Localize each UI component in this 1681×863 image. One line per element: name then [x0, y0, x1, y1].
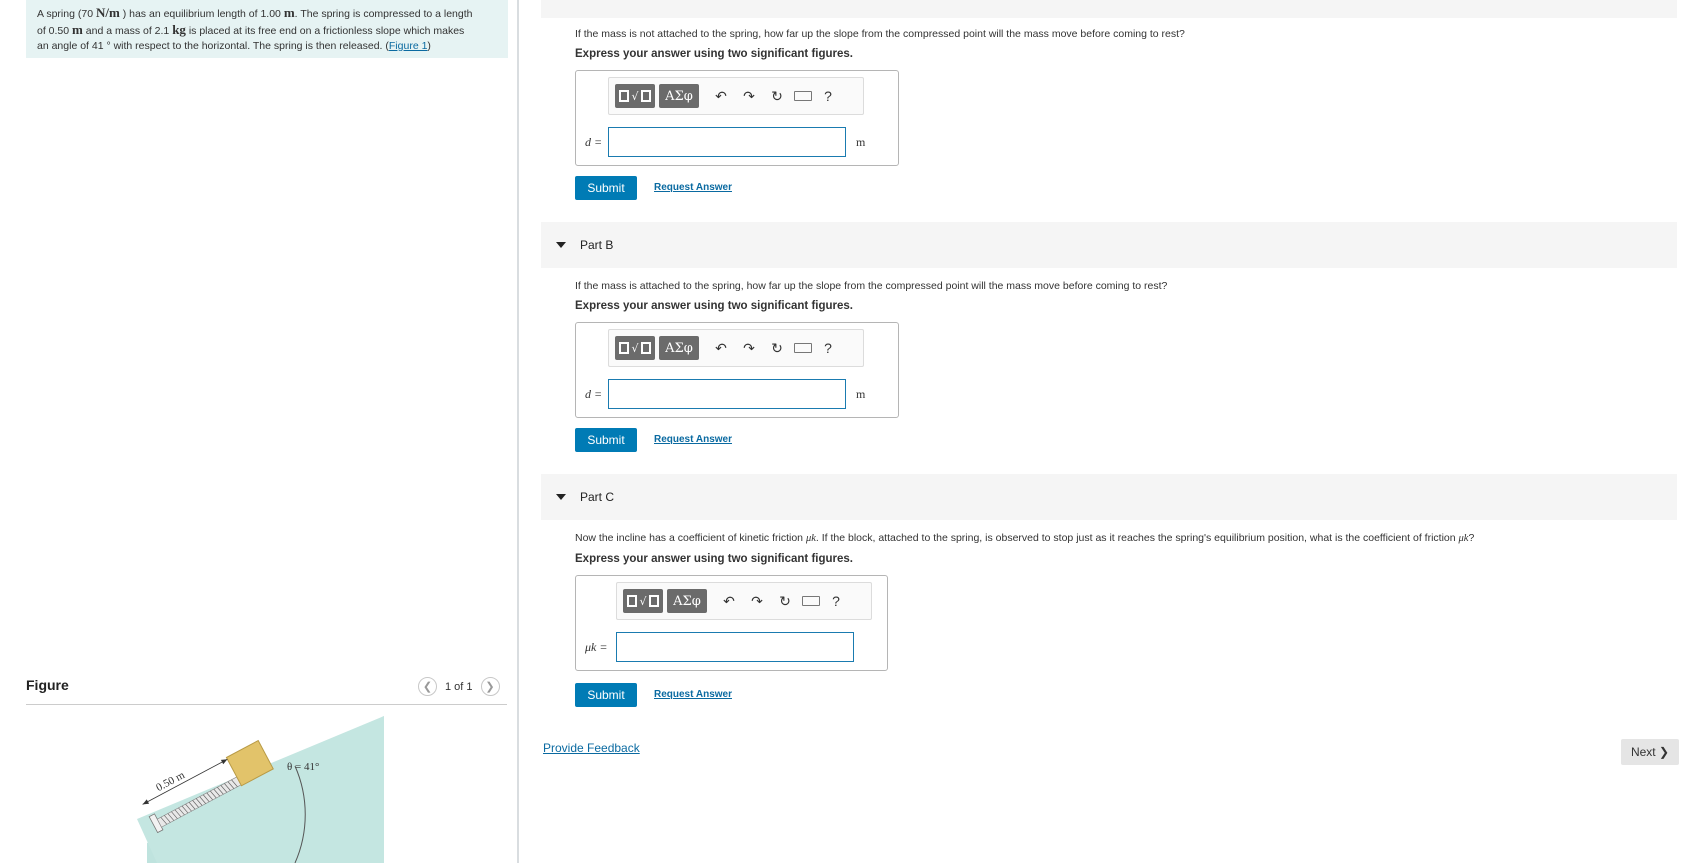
collapse-icon [556, 494, 566, 500]
figure-page-count: 1 of 1 [445, 680, 473, 693]
variable-label: d = [585, 387, 603, 401]
provide-feedback-link[interactable]: Provide Feedback [543, 741, 640, 755]
problem-text: and a mass of 2.1 [82, 25, 173, 37]
part-c-question: Now the incline has a coefficient of kin… [575, 532, 1474, 544]
unit-label: m [856, 135, 866, 149]
answer-input[interactable] [608, 379, 846, 409]
part-b-request-answer-link[interactable]: Request Answer [654, 434, 732, 445]
next-button[interactable]: Next ❯ [1621, 739, 1679, 765]
greek-symbols-button[interactable]: ΑΣφ [659, 336, 699, 360]
redo-icon[interactable]: ↷ [743, 593, 771, 610]
greek-symbols-button[interactable]: ΑΣφ [667, 589, 707, 613]
part-a-question: If the mass is not attached to the sprin… [575, 28, 1185, 40]
variable-label: d = [585, 135, 603, 149]
part-c-submit-button[interactable]: Submit [575, 683, 637, 707]
help-button[interactable]: ? [815, 340, 841, 356]
undo-icon[interactable]: ↶ [707, 88, 735, 105]
question-text: ? [1468, 532, 1475, 544]
part-b-answer-box: √ ΑΣφ ↶ ↷ ↻ ? d = m [575, 322, 899, 418]
angle-label: θ = 41° [287, 761, 319, 773]
prev-figure-button[interactable]: ❮ [418, 677, 437, 696]
part-a-submit-button[interactable]: Submit [575, 176, 637, 200]
problem-text: . The spring is compressed to a length [294, 8, 473, 20]
right-panel: If the mass is not attached to the sprin… [519, 0, 1681, 863]
math-toolbar: √ ΑΣφ ↶ ↷ ↻ ? [616, 582, 872, 620]
greek-symbols-button[interactable]: ΑΣφ [659, 84, 699, 108]
part-c-instruction: Express your answer using two significan… [575, 553, 853, 565]
figure-link[interactable]: Figure 1 [389, 40, 428, 52]
unit-text: N/m [95, 5, 120, 20]
problem-text: ) [427, 40, 431, 52]
undo-icon[interactable]: ↶ [707, 340, 735, 357]
answer-input[interactable] [608, 127, 846, 157]
part-c-request-answer-link[interactable]: Request Answer [654, 689, 732, 700]
part-b-question: If the mass is attached to the spring, h… [575, 280, 1168, 292]
part-b-title: Part B [580, 238, 614, 252]
math-toolbar: √ ΑΣφ ↶ ↷ ↻ ? [608, 329, 864, 367]
keyboard-icon[interactable] [791, 343, 815, 353]
length-label: 0.50 m [154, 769, 187, 794]
problem-text: A spring (70 [37, 8, 96, 20]
mu-symbol: μk [1458, 533, 1469, 544]
math-toolbar: √ ΑΣφ ↶ ↷ ↻ ? [608, 77, 864, 115]
problem-text: of 0.50 [37, 25, 73, 37]
part-c-answer-box: √ ΑΣφ ↶ ↷ ↻ ? μk = [575, 575, 888, 671]
variable-label: μk = [585, 640, 608, 654]
reset-icon[interactable]: ↻ [763, 88, 791, 105]
figure-divider [26, 704, 507, 705]
keyboard-icon[interactable] [799, 596, 823, 606]
keyboard-icon[interactable] [791, 91, 815, 101]
incline-figure: 0.50 m θ = 41° [137, 716, 384, 863]
templates-button[interactable]: √ [623, 589, 663, 613]
part-a-header [541, 0, 1677, 18]
figure-title: Figure [26, 677, 69, 693]
unit-text: kg [172, 22, 186, 37]
reset-icon[interactable]: ↻ [771, 593, 799, 610]
figure-pager: ❮ 1 of 1 ❯ [418, 677, 500, 696]
part-a-request-answer-link[interactable]: Request Answer [654, 182, 732, 193]
reset-icon[interactable]: ↻ [763, 340, 791, 357]
problem-statement: A spring (70 N/m ) has an equilibrium le… [26, 0, 508, 58]
next-figure-button[interactable]: ❯ [480, 677, 500, 696]
left-panel: A spring (70 N/m ) has an equilibrium le… [0, 0, 517, 863]
templates-button[interactable]: √ [615, 84, 655, 108]
unit-label: m [856, 387, 866, 401]
answer-input[interactable] [616, 632, 854, 662]
part-b-instruction: Express your answer using two significan… [575, 300, 853, 312]
help-button[interactable]: ? [823, 593, 849, 609]
arrow-head-left [142, 799, 150, 805]
mu-symbol: μk [805, 533, 816, 544]
part-b-submit-button[interactable]: Submit [575, 428, 637, 452]
slope-face [137, 716, 384, 863]
help-button[interactable]: ? [815, 88, 841, 104]
undo-icon[interactable]: ↶ [715, 593, 743, 610]
redo-icon[interactable]: ↷ [735, 340, 763, 357]
question-text: . If the block, attached to the spring, … [815, 532, 1459, 544]
part-c-header[interactable]: Part C [541, 474, 1677, 520]
part-a-answer-box: √ ΑΣφ ↶ ↷ ↻ ? d = m [575, 70, 899, 166]
templates-button[interactable]: √ [615, 336, 655, 360]
problem-text: ) has an equilibrium length of 1.00 [119, 8, 284, 20]
unit-text: m [72, 22, 83, 37]
part-b-header[interactable]: Part B [541, 222, 1677, 268]
unit-text: m [283, 5, 295, 20]
redo-icon[interactable]: ↷ [735, 88, 763, 105]
part-a-instruction: Express your answer using two significan… [575, 48, 853, 60]
problem-text: an angle of 41 ° with respect to the hor… [37, 40, 389, 52]
part-c-title: Part C [580, 490, 615, 504]
problem-text: is placed at its free end on a frictionl… [185, 25, 465, 37]
question-text: Now the incline has a coefficient of kin… [575, 532, 806, 544]
collapse-icon [556, 242, 566, 248]
